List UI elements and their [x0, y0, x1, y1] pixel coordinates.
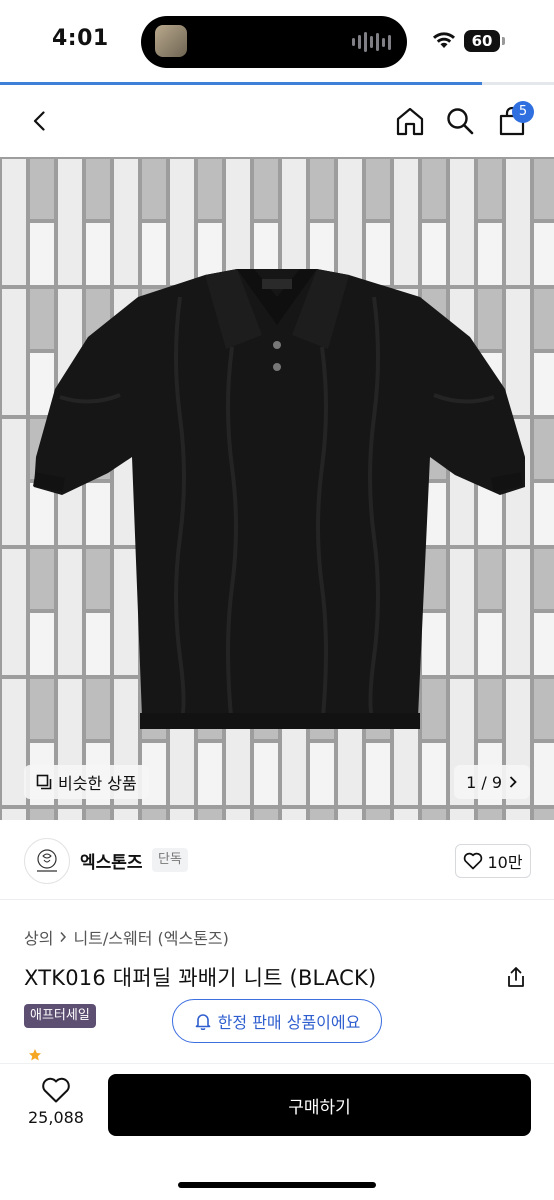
- cart-button[interactable]: 5: [490, 99, 534, 143]
- image-counter[interactable]: 1 / 9: [454, 765, 530, 799]
- wishlist-count: 25,088: [28, 1108, 84, 1127]
- brand-row[interactable]: 엑스톤즈 단독 10만: [0, 832, 554, 900]
- brand-like-button[interactable]: 10만: [455, 844, 531, 878]
- breadcrumb-item-knit[interactable]: 니트/스웨터 (엑스톤즈): [73, 925, 228, 949]
- audio-wave-icon: [352, 32, 391, 52]
- status-bar: 4:01 60: [0, 0, 554, 84]
- brand-logo-mark: [37, 849, 57, 872]
- share-icon: [508, 967, 524, 987]
- battery-indicator: 60: [464, 30, 500, 52]
- copy-icon: [36, 774, 52, 790]
- image-counter-text: 1 / 9: [466, 772, 502, 792]
- product-title: XTK016 대퍼딜 꽈배기 니트 (BLACK): [24, 966, 377, 990]
- top-nav-bar: 5: [0, 85, 554, 157]
- back-button[interactable]: [18, 99, 62, 143]
- heart-icon: [42, 1077, 70, 1103]
- breadcrumb-item-top[interactable]: 상의: [24, 925, 53, 949]
- home-icon: [396, 107, 424, 136]
- brand-logo[interactable]: [24, 838, 70, 884]
- similar-products-label: 비슷한 상품: [58, 774, 137, 793]
- exclusive-badge: 단독: [152, 848, 188, 872]
- star-icon: [29, 1049, 41, 1061]
- brand-like-count: 10만: [487, 853, 523, 872]
- status-time: 4:01: [52, 26, 109, 51]
- similar-products-button[interactable]: 비슷한 상품: [24, 765, 149, 799]
- chevron-right-icon: [60, 932, 67, 942]
- chevron-left-icon: [33, 111, 45, 131]
- battery-tip: [502, 37, 505, 45]
- heart-icon: [464, 852, 483, 870]
- dynamic-island[interactable]: [141, 16, 407, 68]
- product-image-carousel[interactable]: 비슷한 상품 1 / 9: [0, 157, 554, 820]
- home-indicator: [178, 1182, 376, 1188]
- now-playing-thumbnail: [155, 25, 187, 57]
- home-button[interactable]: [388, 99, 432, 143]
- buy-button[interactable]: 구매하기: [108, 1074, 531, 1136]
- cart-count-badge: 5: [512, 101, 534, 123]
- search-icon: [447, 108, 474, 135]
- bottom-action-bar: 25,088 구매하기: [0, 1063, 554, 1200]
- wishlist-button[interactable]: 25,088: [20, 1076, 92, 1140]
- limited-sale-notice[interactable]: 한정 판매 상품이에요: [172, 999, 382, 1043]
- chevron-right-icon: [509, 776, 517, 788]
- search-button[interactable]: [438, 99, 482, 143]
- limited-sale-label: 한정 판매 상품이에요: [217, 1013, 361, 1032]
- product-photo: [0, 157, 554, 820]
- brand-name[interactable]: 엑스톤즈: [80, 848, 143, 873]
- share-button[interactable]: [504, 965, 530, 991]
- breadcrumb: 상의 니트/스웨터 (엑스톤즈): [24, 925, 229, 949]
- rating-row-partial: [28, 1048, 218, 1062]
- wifi-icon: [433, 32, 455, 48]
- bell-icon: [195, 1014, 210, 1030]
- after-sale-tag: 애프터세일: [24, 1004, 96, 1028]
